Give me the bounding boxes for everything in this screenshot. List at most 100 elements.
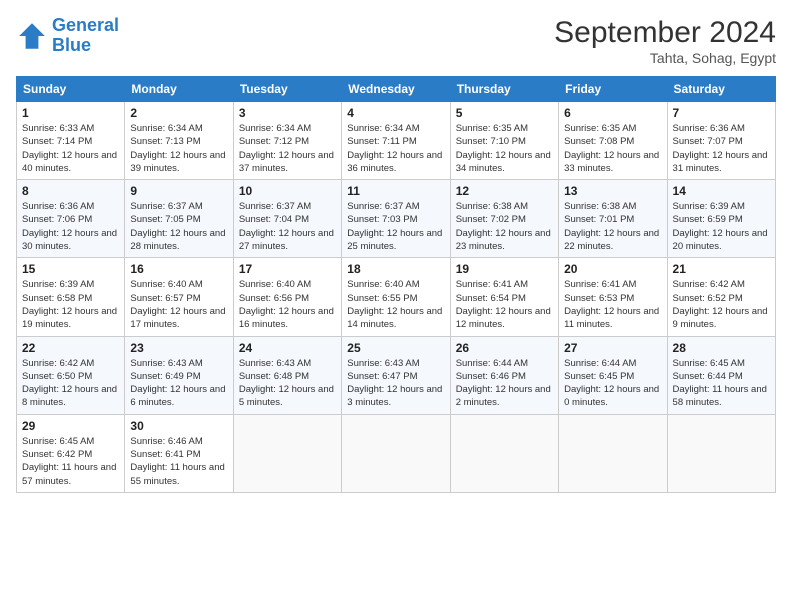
day-info: Sunrise: 6:43 AMSunset: 6:47 PMDaylight:…	[347, 357, 444, 410]
calendar-week-row: 22Sunrise: 6:42 AMSunset: 6:50 PMDayligh…	[17, 336, 776, 414]
table-row: 7 Sunrise: 6:36 AMSunset: 7:07 PMDaylight…	[667, 102, 775, 180]
table-row: 1 Sunrise: 6:33 AMSunset: 7:14 PMDaylight…	[17, 102, 125, 180]
table-row: 15 Sunrise: 6:39 AMSunset: 6:58 PMDayligh…	[17, 258, 125, 336]
day-info: Sunrise: 6:39 AMSunset: 6:59 PMDaylight:…	[673, 200, 770, 253]
day-number: 26	[456, 341, 553, 355]
day-info: Sunrise: 6:34 AMSunset: 7:13 PMDaylight:…	[130, 122, 227, 175]
day-info: Sunrise: 6:40 AMSunset: 6:56 PMDaylight:…	[239, 278, 336, 331]
day-number: 20	[564, 262, 661, 276]
header-sunday: Sunday	[17, 77, 125, 102]
table-row: 26 Sunrise: 6:44 AMSunset: 6:46 PMDayligh…	[450, 336, 558, 414]
day-number: 17	[239, 262, 336, 276]
calendar-week-row: 29 Sunrise: 6:45 AMSunset: 6:42 PMDayligh…	[17, 414, 776, 492]
day-number: 5	[456, 106, 553, 120]
day-info: Sunrise: 6:44 AMSunset: 6:45 PMDaylight:…	[564, 357, 661, 410]
header-saturday: Saturday	[667, 77, 775, 102]
day-info: Sunrise: 6:39 AMSunset: 6:58 PMDaylight:…	[22, 278, 119, 331]
day-number: 12	[456, 184, 553, 198]
day-number: 23	[130, 341, 227, 355]
table-row	[450, 414, 558, 492]
table-row: 9 Sunrise: 6:37 AMSunset: 7:05 PMDaylight…	[125, 180, 233, 258]
calendar: Sunday Monday Tuesday Wednesday Thursday…	[16, 76, 776, 493]
day-info: Sunrise: 6:42 AMSunset: 6:52 PMDaylight:…	[673, 278, 770, 331]
day-number: 30	[130, 419, 227, 433]
header-wednesday: Wednesday	[342, 77, 450, 102]
day-number: 1	[22, 106, 119, 120]
day-info: Sunrise: 6:45 AMSunset: 6:44 PMDaylight:…	[673, 357, 770, 410]
day-info: Sunrise: 6:37 AMSunset: 7:05 PMDaylight:…	[130, 200, 227, 253]
day-info: Sunrise: 6:45 AMSunset: 6:42 PMDaylight:…	[22, 435, 119, 488]
table-row	[667, 414, 775, 492]
day-number: 3	[239, 106, 336, 120]
table-row: 13Sunrise: 6:38 AMSunset: 7:01 PMDayligh…	[559, 180, 667, 258]
day-info: Sunrise: 6:36 AMSunset: 7:07 PMDaylight:…	[673, 122, 770, 175]
header-friday: Friday	[559, 77, 667, 102]
table-row: 5 Sunrise: 6:35 AMSunset: 7:10 PMDaylight…	[450, 102, 558, 180]
day-info: Sunrise: 6:41 AMSunset: 6:54 PMDaylight:…	[456, 278, 553, 331]
day-number: 18	[347, 262, 444, 276]
day-number: 19	[456, 262, 553, 276]
day-number: 16	[130, 262, 227, 276]
table-row: 21Sunrise: 6:42 AMSunset: 6:52 PMDayligh…	[667, 258, 775, 336]
day-info: Sunrise: 6:40 AMSunset: 6:55 PMDaylight:…	[347, 278, 444, 331]
table-row: 2Sunrise: 6:34 AMSunset: 7:13 PMDaylight…	[125, 102, 233, 180]
day-info: Sunrise: 6:43 AMSunset: 6:48 PMDaylight:…	[239, 357, 336, 410]
table-row: 27 Sunrise: 6:44 AMSunset: 6:45 PMDayligh…	[559, 336, 667, 414]
day-info: Sunrise: 6:37 AMSunset: 7:04 PMDaylight:…	[239, 200, 336, 253]
day-info: Sunrise: 6:36 AMSunset: 7:06 PMDaylight:…	[22, 200, 119, 253]
day-info: Sunrise: 6:33 AMSunset: 7:14 PMDaylight:…	[22, 122, 119, 175]
day-info: Sunrise: 6:34 AMSunset: 7:11 PMDaylight:…	[347, 122, 444, 175]
day-info: Sunrise: 6:38 AMSunset: 7:01 PMDaylight:…	[564, 200, 661, 253]
day-info: Sunrise: 6:44 AMSunset: 6:46 PMDaylight:…	[456, 357, 553, 410]
day-number: 11	[347, 184, 444, 198]
day-info: Sunrise: 6:43 AMSunset: 6:49 PMDaylight:…	[130, 357, 227, 410]
month-title: September 2024	[554, 16, 776, 50]
table-row: 3 Sunrise: 6:34 AMSunset: 7:12 PMDaylight…	[233, 102, 341, 180]
day-number: 4	[347, 106, 444, 120]
table-row: 6 Sunrise: 6:35 AMSunset: 7:08 PMDaylight…	[559, 102, 667, 180]
day-number: 27	[564, 341, 661, 355]
table-row: 14 Sunrise: 6:39 AMSunset: 6:59 PMDayligh…	[667, 180, 775, 258]
table-row: 28Sunrise: 6:45 AMSunset: 6:44 PMDayligh…	[667, 336, 775, 414]
page: General Blue September 2024 Tahta, Sohag…	[0, 0, 792, 612]
table-row: 29 Sunrise: 6:45 AMSunset: 6:42 PMDayligh…	[17, 414, 125, 492]
table-row: 20 Sunrise: 6:41 AMSunset: 6:53 PMDayligh…	[559, 258, 667, 336]
table-row: 19 Sunrise: 6:41 AMSunset: 6:54 PMDayligh…	[450, 258, 558, 336]
title-block: September 2024 Tahta, Sohag, Egypt	[554, 16, 776, 66]
day-number: 7	[673, 106, 770, 120]
day-number: 24	[239, 341, 336, 355]
table-row: 22Sunrise: 6:42 AMSunset: 6:50 PMDayligh…	[17, 336, 125, 414]
day-info: Sunrise: 6:46 AMSunset: 6:41 PMDaylight:…	[130, 435, 227, 488]
day-number: 6	[564, 106, 661, 120]
table-row: 24 Sunrise: 6:43 AMSunset: 6:48 PMDayligh…	[233, 336, 341, 414]
calendar-week-row: 8 Sunrise: 6:36 AMSunset: 7:06 PMDaylight…	[17, 180, 776, 258]
table-row: 8 Sunrise: 6:36 AMSunset: 7:06 PMDaylight…	[17, 180, 125, 258]
logo: General Blue	[16, 16, 119, 56]
calendar-week-row: 15 Sunrise: 6:39 AMSunset: 6:58 PMDayligh…	[17, 258, 776, 336]
day-number: 9	[130, 184, 227, 198]
day-number: 10	[239, 184, 336, 198]
logo-icon	[16, 20, 48, 52]
table-row: 11Sunrise: 6:37 AMSunset: 7:03 PMDayligh…	[342, 180, 450, 258]
table-row: 18 Sunrise: 6:40 AMSunset: 6:55 PMDayligh…	[342, 258, 450, 336]
table-row: 25 Sunrise: 6:43 AMSunset: 6:47 PMDayligh…	[342, 336, 450, 414]
table-row: 17 Sunrise: 6:40 AMSunset: 6:56 PMDayligh…	[233, 258, 341, 336]
table-row	[342, 414, 450, 492]
logo-text: General Blue	[52, 16, 119, 56]
day-number: 25	[347, 341, 444, 355]
day-number: 8	[22, 184, 119, 198]
header: General Blue September 2024 Tahta, Sohag…	[16, 16, 776, 66]
day-info: Sunrise: 6:41 AMSunset: 6:53 PMDaylight:…	[564, 278, 661, 331]
day-number: 14	[673, 184, 770, 198]
header-thursday: Thursday	[450, 77, 558, 102]
day-number: 15	[22, 262, 119, 276]
day-number: 29	[22, 419, 119, 433]
calendar-week-row: 1 Sunrise: 6:33 AMSunset: 7:14 PMDaylight…	[17, 102, 776, 180]
location: Tahta, Sohag, Egypt	[554, 50, 776, 66]
day-info: Sunrise: 6:35 AMSunset: 7:10 PMDaylight:…	[456, 122, 553, 175]
table-row: 10 Sunrise: 6:37 AMSunset: 7:04 PMDayligh…	[233, 180, 341, 258]
table-row	[559, 414, 667, 492]
day-info: Sunrise: 6:34 AMSunset: 7:12 PMDaylight:…	[239, 122, 336, 175]
day-info: Sunrise: 6:35 AMSunset: 7:08 PMDaylight:…	[564, 122, 661, 175]
day-info: Sunrise: 6:40 AMSunset: 6:57 PMDaylight:…	[130, 278, 227, 331]
